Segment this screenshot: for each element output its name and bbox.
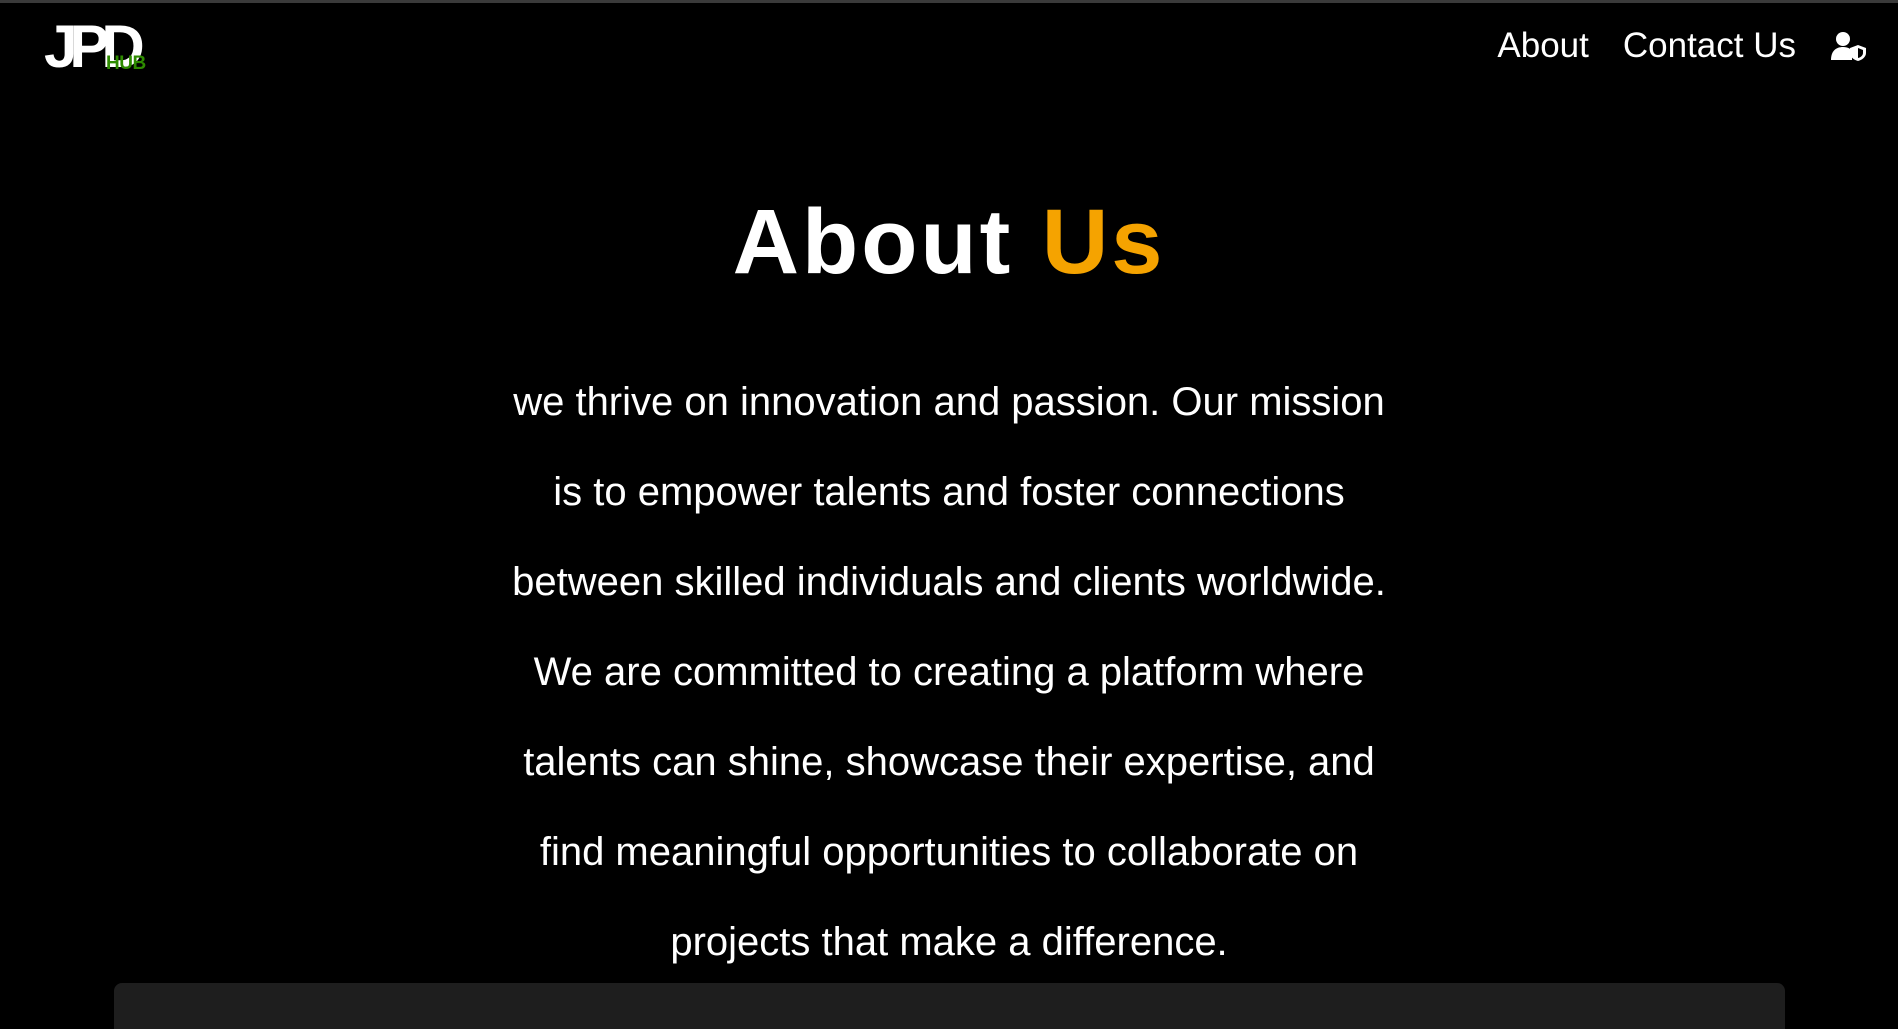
page-title: About Us	[0, 190, 1898, 294]
about-line: We are committed to creating a platform …	[533, 650, 1365, 694]
top-navigation: About Contact Us	[1463, 22, 1868, 70]
logo-sub-text: HUB	[106, 53, 146, 74]
site-logo[interactable]: JPD HUB	[44, 14, 184, 80]
top-border	[0, 0, 1898, 3]
about-line: projects that make a difference.	[670, 920, 1228, 964]
about-line: talents can shine, showcase their expert…	[523, 740, 1375, 784]
about-line: between skilled individuals and clients …	[512, 560, 1386, 604]
about-description: we thrive on innovation and passion. Our…	[449, 357, 1449, 987]
about-line: is to empower talents and foster connect…	[553, 470, 1345, 514]
nav-link-contact-us[interactable]: Contact Us	[1623, 22, 1796, 70]
page-title-part1: About	[732, 191, 1014, 293]
page-title-accent: Us	[1041, 191, 1166, 293]
user-shield-icon[interactable]	[1830, 27, 1868, 65]
nav-link-about[interactable]: About	[1497, 22, 1588, 70]
about-line: find meaningful opportunities to collabo…	[539, 830, 1359, 874]
content-panel	[114, 983, 1785, 1029]
about-line: we thrive on innovation and passion. Our…	[513, 380, 1385, 424]
